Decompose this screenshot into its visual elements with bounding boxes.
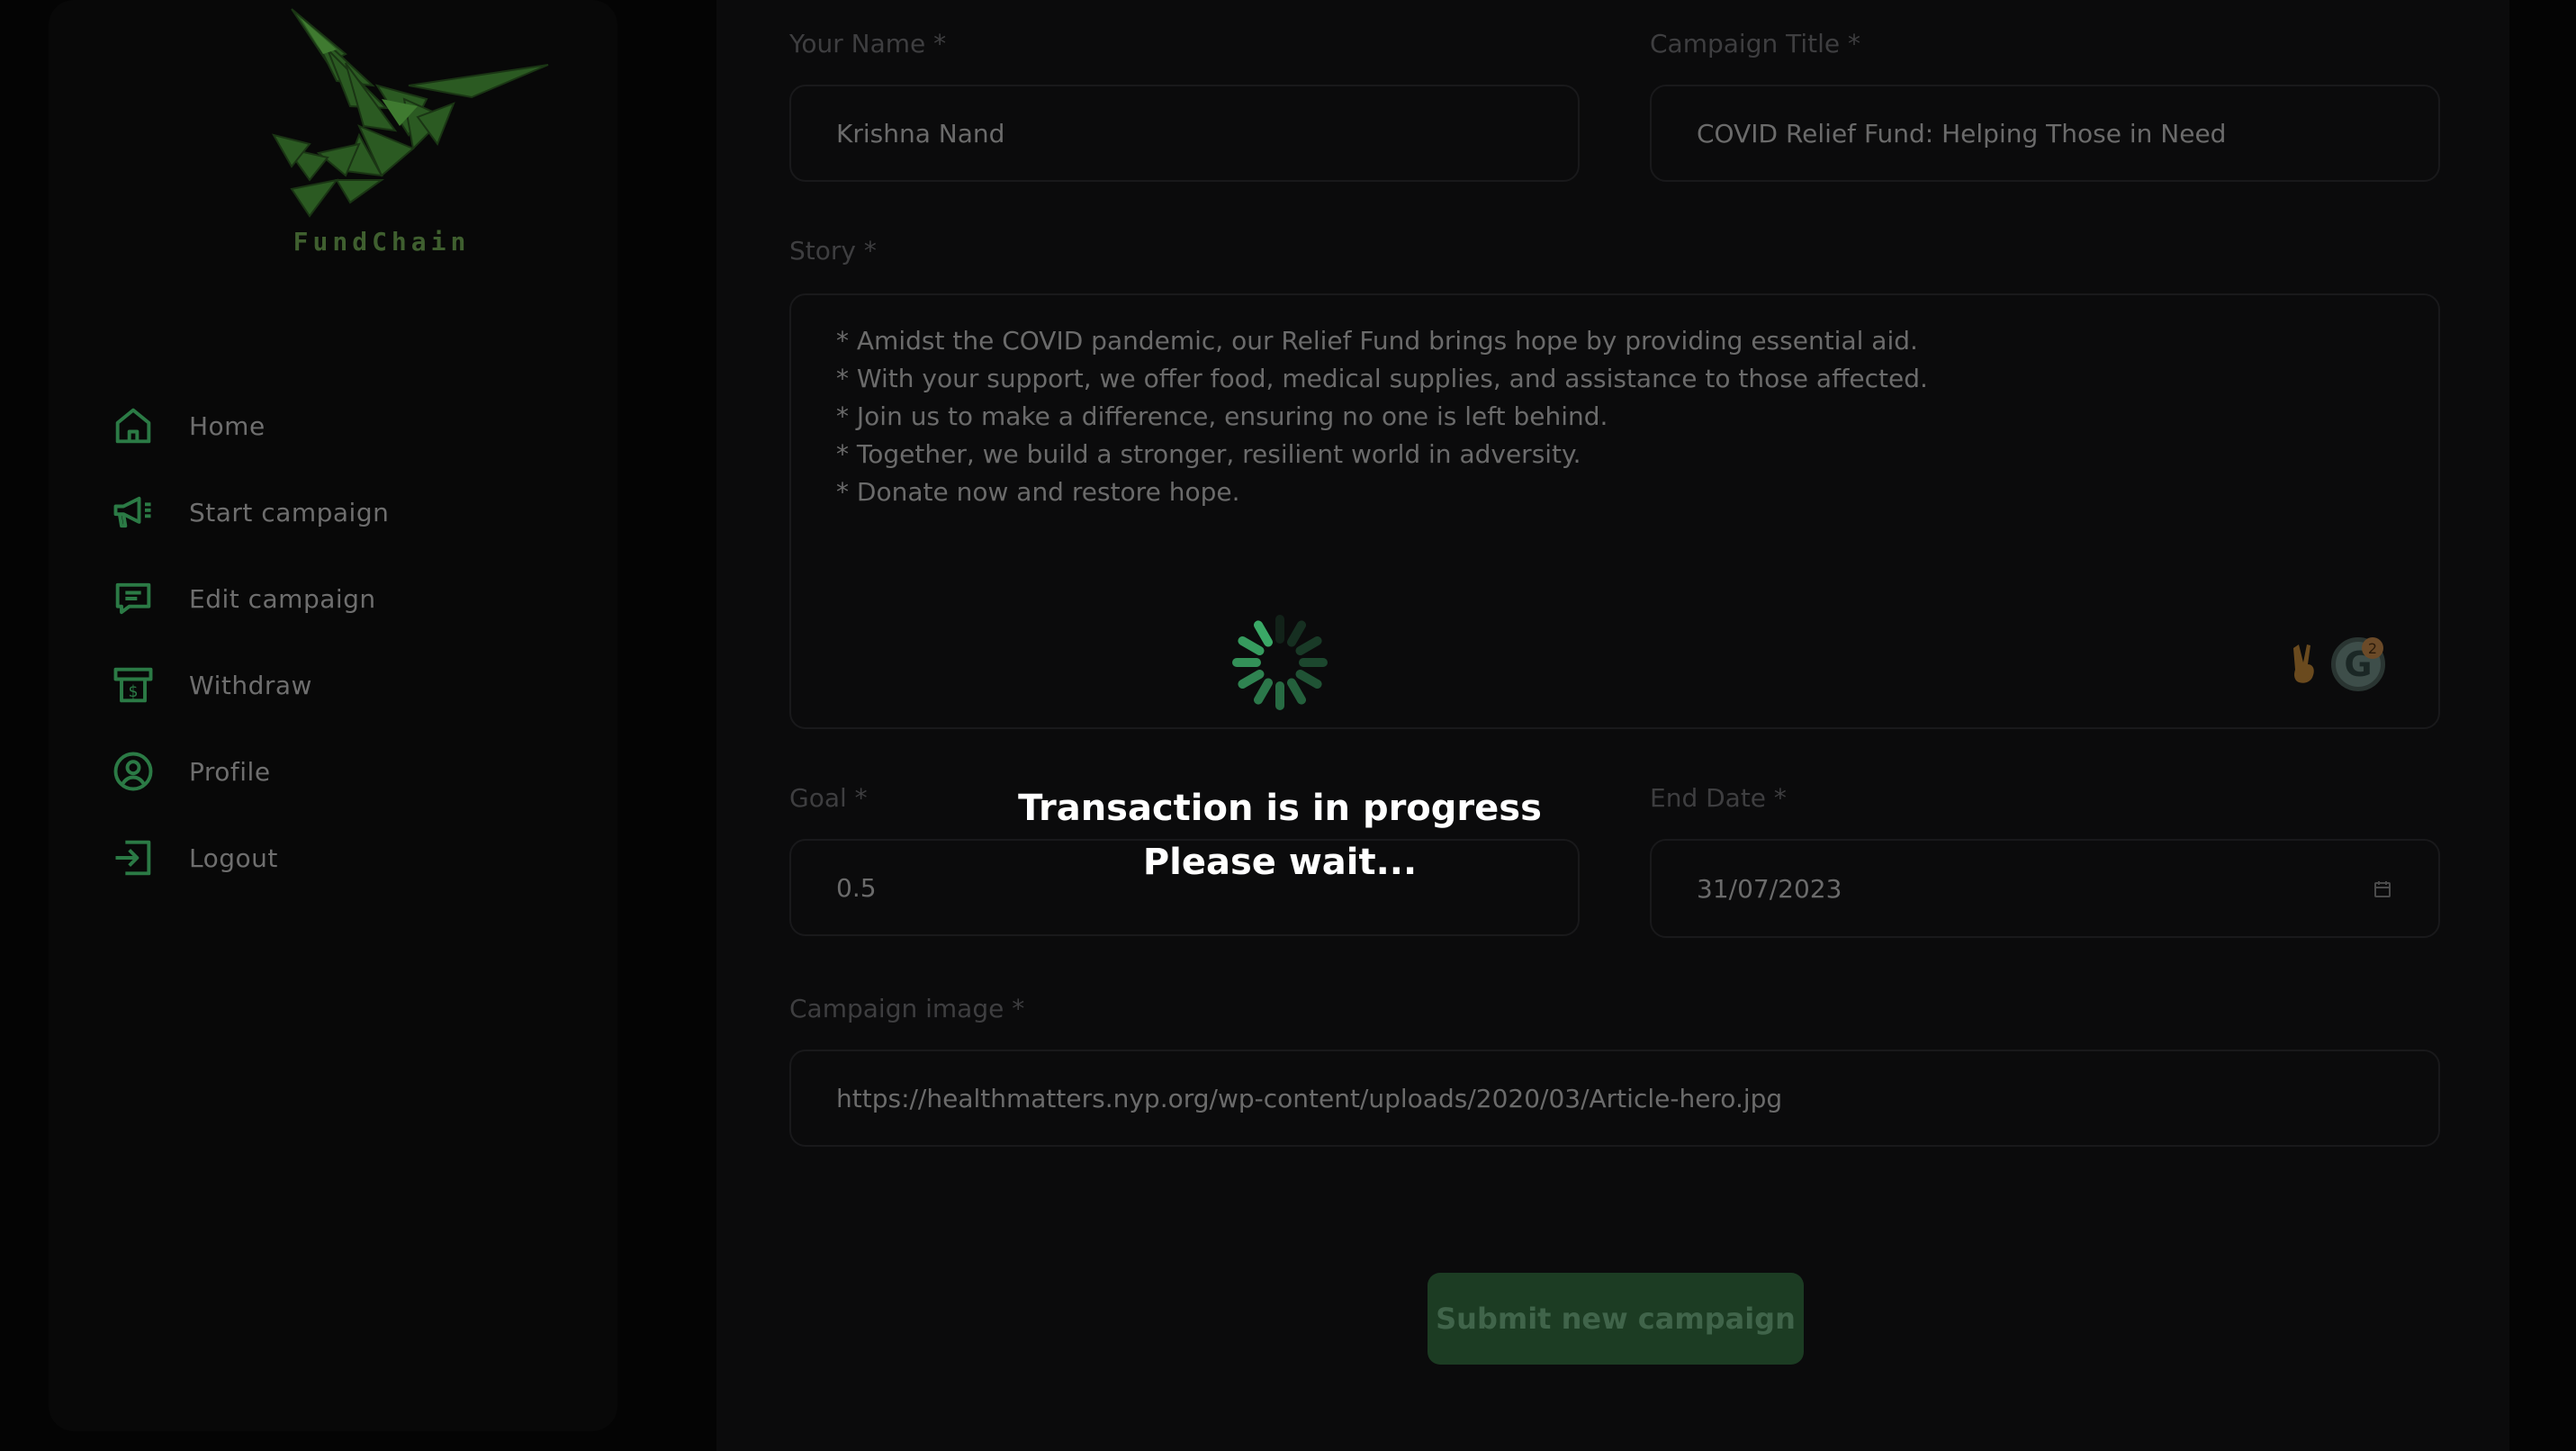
sidebar-item-label: Start campaign — [189, 497, 390, 527]
story-textarea[interactable]: * Amidst the COVID pandemic, our Relief … — [789, 293, 2440, 729]
campaign-image-input[interactable]: https://healthmatters.nyp.org/wp-content… — [789, 1050, 2440, 1147]
svg-text:$: $ — [128, 683, 138, 701]
megaphone-icon — [108, 487, 158, 537]
campaign-title-input[interactable]: COVID Relief Fund: Helping Those in Need — [1650, 85, 2440, 182]
sidebar-item-profile[interactable]: Profile — [108, 728, 389, 815]
campaign-image-value: https://healthmatters.nyp.org/wp-content… — [836, 1083, 1783, 1113]
goal-label: Goal * — [789, 783, 868, 813]
spinner-spoke — [1254, 678, 1273, 705]
logo[interactable]: FundChain — [202, 0, 562, 261]
transaction-progress-message: Transaction is in progress Please wait..… — [958, 781, 1602, 889]
campaign-title-label: Campaign Title * — [1650, 29, 1861, 59]
calendar-icon[interactable] — [2372, 879, 2393, 900]
sidebar-item-label: Withdraw — [189, 670, 312, 700]
story-label: Story * — [789, 236, 877, 266]
story-line: * With your support, we offer food, medi… — [836, 364, 1928, 393]
name-label: Your Name * — [789, 29, 947, 59]
grammarly-badge-count: 2 — [2367, 639, 2378, 657]
dollar-withdraw-icon: $ — [108, 660, 158, 710]
sidebar: FundChain Home Start campaign Edit campa… — [49, 0, 617, 1431]
spinner-spoke — [1287, 678, 1306, 705]
message-edit-icon — [108, 573, 158, 624]
sidebar-item-label: Logout — [189, 843, 278, 873]
sidebar-item-start-campaign[interactable]: Start campaign — [108, 469, 389, 555]
brand-name: FundChain — [293, 227, 471, 257]
story-line: * Amidst the COVID pandemic, our Relief … — [836, 326, 1918, 356]
name-input[interactable]: Krishna Nand — [789, 85, 1580, 182]
sidebar-item-withdraw[interactable]: $ Withdraw — [108, 642, 389, 728]
logout-icon — [108, 833, 158, 883]
sidebar-item-logout[interactable]: Logout — [108, 815, 389, 901]
sidebar-item-label: Edit campaign — [189, 583, 376, 614]
campaign-title-value: COVID Relief Fund: Helping Those in Need — [1697, 118, 2227, 149]
submit-button-label: Submit new campaign — [1436, 1302, 1796, 1336]
campaign-image-label: Campaign image * — [789, 994, 1025, 1023]
overlay-line-1: Transaction is in progress — [1018, 788, 1542, 829]
overlay-line-2: Please wait... — [1142, 842, 1418, 883]
story-line: * Donate now and restore hope. — [836, 477, 1240, 507]
end-date-label: End Date * — [1650, 783, 1787, 813]
story-line: * Together, we build a stronger, resilie… — [836, 439, 1581, 469]
grammarly-badge: 2 — [2362, 637, 2383, 659]
hummingbird-logo-icon — [271, 8, 549, 218]
victory-hand-icon[interactable] — [2286, 641, 2322, 686]
spinner-spoke — [1254, 620, 1273, 647]
spinner-spoke — [1238, 636, 1265, 655]
sidebar-item-label: Profile — [189, 756, 271, 787]
loading-spinner-icon — [1232, 615, 1328, 710]
end-date-input[interactable]: 31/07/2023 — [1650, 839, 2440, 938]
end-date-value: 31/07/2023 — [1697, 873, 1842, 904]
sidebar-item-edit-campaign[interactable]: Edit campaign — [108, 555, 389, 642]
app-root: FundChain Home Start campaign Edit campa… — [0, 0, 2576, 1451]
sidebar-item-label: Home — [189, 410, 266, 441]
spinner-spoke — [1238, 670, 1265, 689]
goal-value: 0.5 — [836, 872, 877, 903]
spinner-spoke — [1295, 670, 1322, 689]
story-line: * Join us to make a difference, ensuring… — [836, 401, 1608, 431]
spinner-spoke — [1287, 620, 1306, 647]
name-value: Krishna Nand — [836, 118, 1005, 149]
user-circle-icon — [108, 746, 158, 797]
submit-campaign-button[interactable]: Submit new campaign — [1428, 1273, 1804, 1365]
sidebar-nav: Home Start campaign Edit campaign $ With… — [108, 383, 389, 901]
spinner-spoke — [1295, 636, 1322, 655]
sidebar-item-home[interactable]: Home — [108, 383, 389, 469]
home-icon — [108, 401, 158, 451]
